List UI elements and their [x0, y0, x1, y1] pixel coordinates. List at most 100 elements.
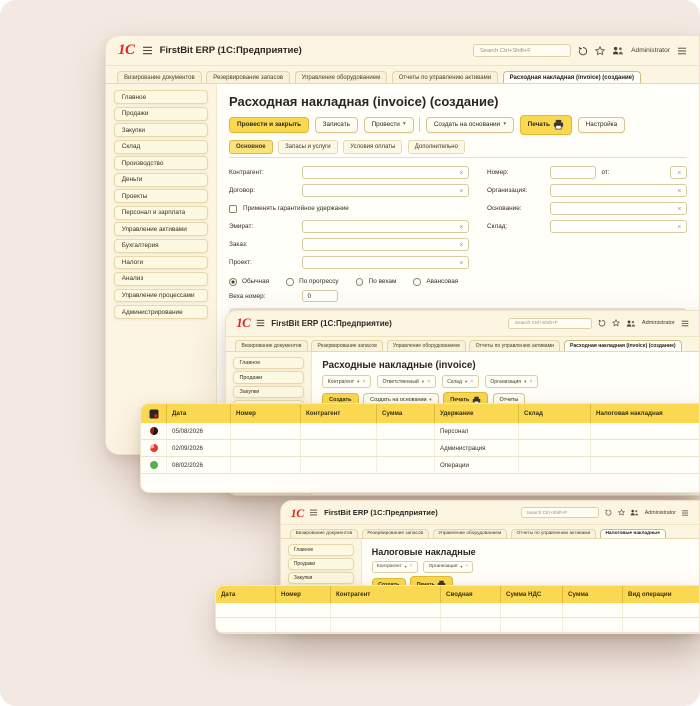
save-button[interactable]: Записать: [315, 117, 358, 133]
filter-responsible[interactable]: Ответственный▾×: [377, 375, 436, 388]
tab-invoice-create[interactable]: Расходная накладная (invoice) (создание): [503, 71, 641, 83]
column-header-retention[interactable]: Удержание: [435, 404, 519, 423]
users-icon[interactable]: [626, 320, 636, 327]
column-header-counterparty[interactable]: Контрагент: [301, 404, 377, 423]
column-header-vat-amount[interactable]: Сумма НДС: [501, 586, 563, 603]
order-input[interactable]: ×: [302, 238, 469, 251]
search-input[interactable]: Search Ctrl+Shift+F: [521, 507, 600, 518]
filter-counterparty[interactable]: Контрагент▾×: [322, 375, 371, 388]
clear-icon[interactable]: ×: [677, 204, 681, 213]
warranty-retention-checkbox[interactable]: [229, 205, 237, 213]
radio-by-milestones[interactable]: По вехам: [356, 278, 397, 286]
history-icon[interactable]: [605, 509, 612, 516]
sidebar-item-accounting[interactable]: Бухгалтерия: [114, 239, 207, 253]
window-menu-icon[interactable]: [681, 320, 689, 327]
clear-icon[interactable]: ×: [465, 564, 468, 569]
search-input[interactable]: Search Ctrl+Shift+F: [508, 318, 592, 329]
tab-stock-reservation[interactable]: Резервирование запасов: [362, 529, 429, 539]
tab-asset-reports[interactable]: Отчеты по управлению активами: [392, 71, 498, 83]
tab-document-approval[interactable]: Визирование документов: [117, 71, 202, 83]
sidebar-item-projects[interactable]: Проекты: [114, 189, 207, 203]
filter-organization[interactable]: Организация▾×: [485, 375, 538, 388]
radio-by-progress[interactable]: По прогрессу: [286, 278, 339, 286]
current-user[interactable]: Administrator: [642, 320, 675, 326]
table-row[interactable]: [216, 603, 699, 618]
column-header-tax-invoice[interactable]: Налоговая накладная: [591, 404, 699, 423]
sidebar-item-warehouse[interactable]: Склад: [114, 140, 207, 154]
clear-icon[interactable]: ×: [427, 379, 430, 385]
column-header-operation-type[interactable]: Вид операции: [623, 586, 699, 603]
history-icon[interactable]: [578, 46, 588, 56]
star-icon[interactable]: [595, 46, 605, 56]
menu-icon[interactable]: [309, 509, 318, 516]
number-input[interactable]: [550, 166, 596, 179]
filter-counterparty[interactable]: Контрагент▾×: [372, 561, 418, 572]
tab-invoice-create[interactable]: Расходная накладная (invoice) (создание): [564, 340, 682, 351]
sidebar-item-administration[interactable]: Администрирование: [114, 305, 207, 319]
clear-icon[interactable]: ×: [529, 379, 532, 385]
star-icon[interactable]: [612, 319, 620, 327]
post-and-close-button[interactable]: Провести и закрыть: [229, 117, 309, 133]
table-row[interactable]: 02/09/2026 Администрация: [141, 440, 699, 457]
users-icon[interactable]: [612, 46, 624, 55]
sidebar-item-main[interactable]: Главное: [233, 357, 304, 369]
current-user[interactable]: Administrator: [645, 510, 676, 516]
clear-icon[interactable]: ×: [677, 186, 681, 195]
tab-equipment-management[interactable]: Управление оборудованием: [433, 529, 507, 539]
form-tab-goods-services[interactable]: Запасы и услуги: [278, 140, 338, 153]
tab-document-approval[interactable]: Визирование документов: [235, 340, 307, 351]
column-header-number[interactable]: Номер: [276, 586, 331, 603]
column-header-number[interactable]: Номер: [231, 404, 301, 423]
sidebar-item-main[interactable]: Главное: [114, 90, 207, 104]
milestone-number-input[interactable]: 0: [302, 290, 338, 303]
history-icon[interactable]: [598, 319, 606, 327]
clear-icon[interactable]: ×: [677, 222, 681, 231]
column-header-consolidated[interactable]: Сводная: [441, 586, 501, 603]
table-row[interactable]: 08/02/2026 Операции: [141, 457, 699, 474]
contract-input[interactable]: ×: [302, 184, 469, 197]
column-header-counterparty[interactable]: Контрагент: [331, 586, 441, 603]
sidebar-item-process-management[interactable]: Управление процессами: [114, 289, 207, 303]
clear-icon[interactable]: ×: [470, 379, 473, 385]
form-tab-payment-terms[interactable]: Условия оплаты: [343, 140, 402, 153]
tab-asset-reports[interactable]: Отчеты по управлению активами: [511, 529, 596, 539]
create-based-on-button[interactable]: Создать на основании▾: [426, 117, 514, 133]
tab-document-approval[interactable]: Визирование документов: [290, 529, 358, 539]
current-user[interactable]: Administrator: [631, 47, 670, 54]
clear-icon[interactable]: ×: [362, 379, 365, 385]
sidebar-item-sales[interactable]: Продажи: [288, 558, 355, 570]
tab-equipment-management[interactable]: Управление оборудованием: [387, 340, 466, 351]
sidebar-item-main[interactable]: Главное: [288, 544, 355, 556]
project-input[interactable]: ×: [302, 256, 469, 269]
date-input[interactable]: ×: [670, 166, 687, 179]
table-row[interactable]: [216, 618, 699, 633]
tab-equipment-management[interactable]: Управление оборудованием: [295, 71, 388, 83]
sidebar-item-hr-payroll[interactable]: Персонал и зарплата: [114, 206, 207, 220]
sidebar-item-analysis[interactable]: Анализ: [114, 272, 207, 286]
column-header-date[interactable]: Дата: [216, 586, 276, 603]
clear-icon[interactable]: ×: [459, 222, 463, 231]
warehouse-input[interactable]: ×: [550, 220, 687, 233]
tab-asset-reports[interactable]: Отчеты по управлению активами: [469, 340, 560, 351]
print-button[interactable]: Печать: [520, 115, 573, 135]
sidebar-item-purchases[interactable]: Закупки: [114, 123, 207, 137]
users-icon[interactable]: [630, 509, 639, 516]
clear-icon[interactable]: ×: [459, 240, 463, 249]
window-menu-icon[interactable]: [677, 47, 687, 55]
column-header-amount[interactable]: Сумма: [377, 404, 435, 423]
menu-icon[interactable]: [142, 46, 153, 55]
sidebar-item-money[interactable]: Деньги: [114, 173, 207, 187]
form-tab-additional[interactable]: Дополнительно: [408, 140, 465, 153]
counterparty-input[interactable]: ×: [302, 166, 469, 179]
clear-icon[interactable]: ×: [459, 168, 463, 177]
table-row[interactable]: 05/08/2026 Персонал: [141, 423, 699, 440]
clear-icon[interactable]: ×: [677, 168, 681, 177]
sidebar-item-production[interactable]: Производство: [114, 156, 207, 170]
post-button[interactable]: Провести▾: [364, 117, 414, 133]
basis-input[interactable]: ×: [550, 202, 687, 215]
menu-icon[interactable]: [256, 319, 265, 327]
sidebar-item-purchases[interactable]: Закупки: [233, 386, 304, 398]
column-header-warehouse[interactable]: Склад: [519, 404, 591, 423]
radio-regular[interactable]: Обычная: [229, 278, 269, 286]
organization-input[interactable]: ×: [550, 184, 687, 197]
